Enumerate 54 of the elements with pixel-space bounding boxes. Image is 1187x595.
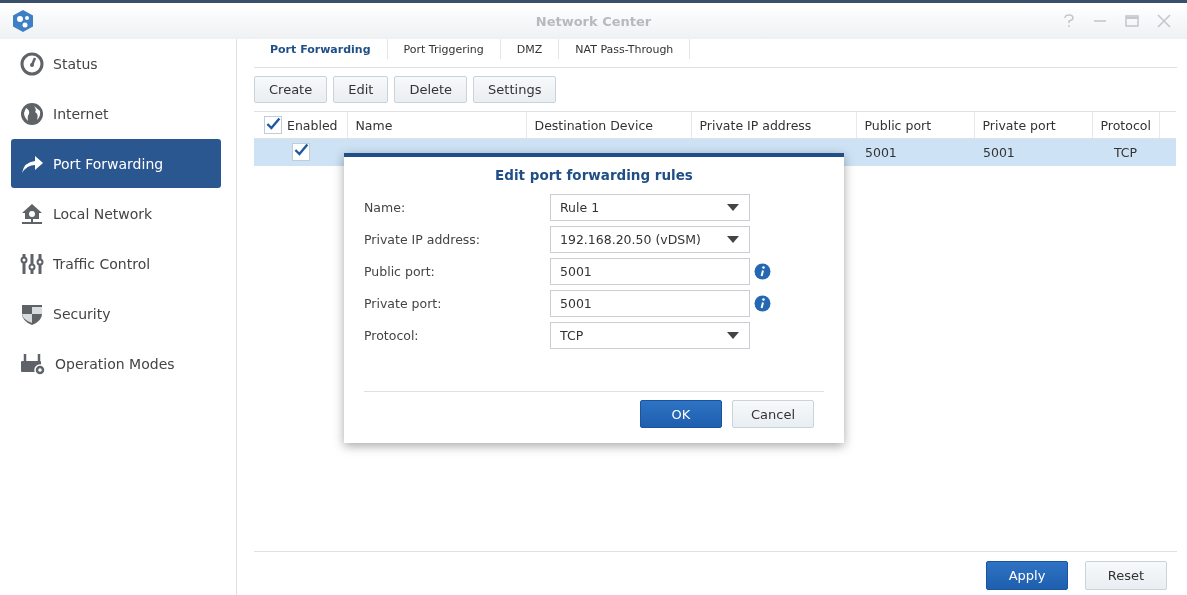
- column-header[interactable]: Public port: [856, 111, 974, 139]
- column-header[interactable]: Protocol: [1092, 111, 1159, 139]
- ok-button[interactable]: OK: [640, 400, 722, 428]
- router-gear-icon: [20, 351, 46, 376]
- table-cell: TCP: [1113, 145, 1138, 160]
- app-logo-icon: [12, 9, 34, 33]
- house-icon: [20, 201, 44, 226]
- sidebar-item[interactable]: Status: [11, 39, 221, 88]
- column-header[interactable]: Private port: [974, 111, 1092, 139]
- sidebar-item[interactable]: Traffic Control: [11, 239, 221, 288]
- tab[interactable]: DMZ: [500, 39, 560, 59]
- dropdown[interactable]: 192.168.20.50 (vDSM): [550, 225, 750, 253]
- dropdown[interactable]: TCP: [550, 321, 750, 349]
- dropdown[interactable]: Rule 1: [550, 193, 750, 221]
- caret-icon: [727, 331, 739, 339]
- tab[interactable]: NAT Pass-Through: [559, 39, 691, 59]
- column-header[interactable]: Name: [347, 111, 526, 139]
- sidebar-item[interactable]: Local Network: [11, 189, 221, 238]
- caret-icon: [727, 203, 739, 211]
- table-cell: 5001: [983, 145, 1015, 160]
- column-header[interactable]: Private IP address: [691, 111, 856, 139]
- window-title: Network Center: [535, 13, 652, 29]
- toolbar-button[interactable]: Edit: [333, 76, 389, 103]
- gauge-icon: [20, 51, 44, 76]
- info-icon[interactable]: [754, 294, 771, 312]
- checkbox[interactable]: [291, 142, 310, 161]
- column-header[interactable]: Destination Device: [526, 111, 691, 139]
- column-header[interactable]: Enabled: [287, 117, 338, 133]
- info-icon[interactable]: [754, 262, 771, 280]
- toolbar-button[interactable]: Delete: [394, 76, 468, 103]
- dialog-title: Edit port forwarding rules: [494, 167, 694, 183]
- toolbar-button[interactable]: Create: [254, 76, 328, 103]
- sidebar-item[interactable]: Operation Modes: [11, 339, 221, 388]
- cancel-button[interactable]: Cancel: [732, 400, 814, 428]
- caret-icon: [727, 235, 739, 243]
- reset-button[interactable]: Reset: [1085, 561, 1167, 590]
- sliders-icon: [20, 251, 44, 276]
- checkbox[interactable]: [264, 116, 282, 134]
- sidebar-item[interactable]: Port Forwarding: [11, 139, 221, 188]
- toolbar-button[interactable]: Settings: [473, 76, 557, 103]
- input-field[interactable]: 5001: [550, 289, 750, 317]
- globe-icon: [20, 101, 44, 126]
- apply-button[interactable]: Apply: [986, 561, 1068, 590]
- field-label: Public port:: [364, 263, 436, 279]
- tab[interactable]: Port Forwarding: [254, 39, 388, 59]
- sidebar-item[interactable]: Security: [11, 289, 221, 338]
- input-field[interactable]: 5001: [550, 257, 750, 285]
- field-label: Name:: [364, 199, 407, 215]
- field-label: Private IP address:: [364, 231, 482, 247]
- field-label: Private port:: [364, 295, 443, 311]
- tab[interactable]: Port Triggering: [387, 39, 501, 59]
- field-label: Protocol:: [364, 327, 420, 343]
- sidebar-item[interactable]: Internet: [11, 89, 221, 138]
- table-cell: 5001: [865, 145, 897, 160]
